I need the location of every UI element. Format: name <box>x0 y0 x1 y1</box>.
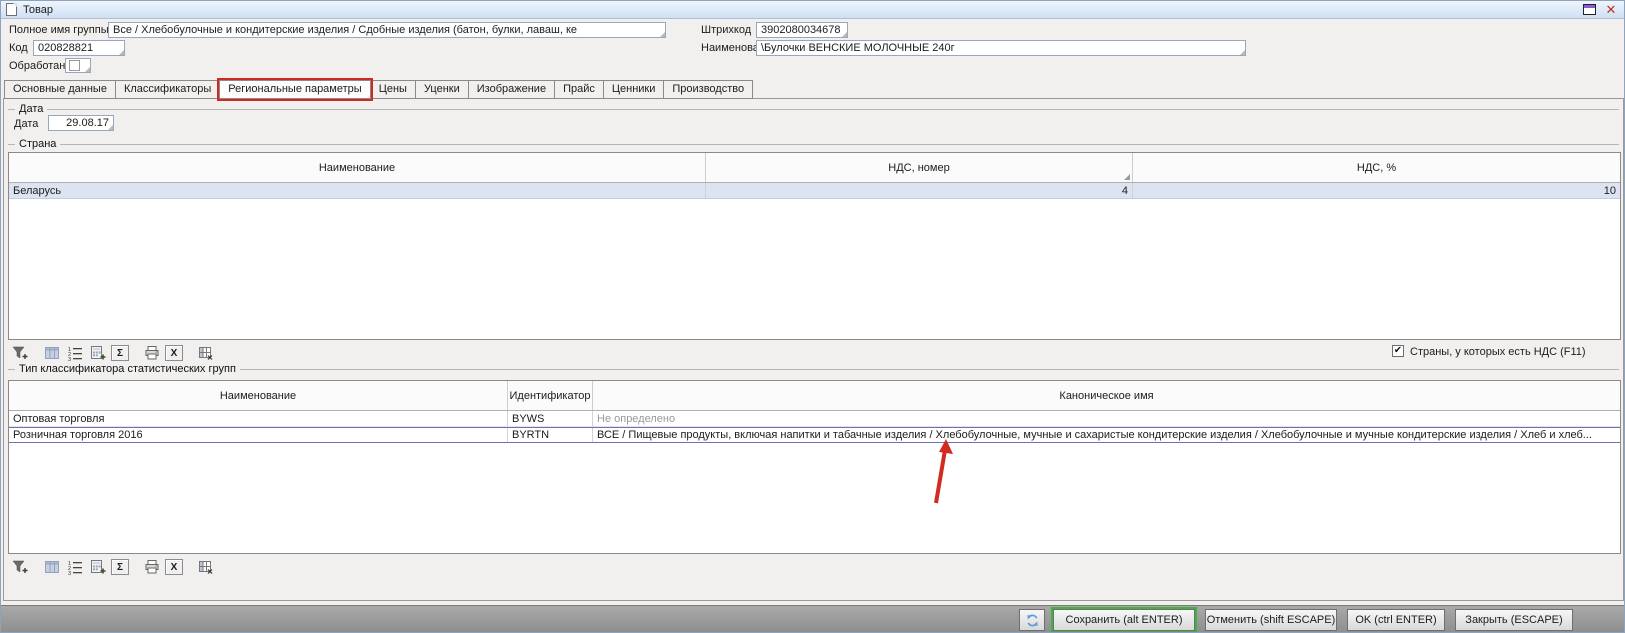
tab-izobrazhenie[interactable]: Изображение <box>468 80 555 99</box>
filter-icon[interactable] <box>10 559 29 576</box>
grid-settings-icon[interactable] <box>196 345 215 362</box>
country-col-name[interactable]: Наименование <box>9 153 706 182</box>
classifier-cell-name: Розничная торговля 2016 <box>9 428 508 442</box>
vat-filter-checkbox[interactable] <box>1392 345 1404 357</box>
classifier-table: Наименование Идентификатор Каноническое … <box>8 380 1621 554</box>
classifier-row-wholesale[interactable]: Оптовая торговля BYWS Не определено <box>9 411 1620 427</box>
classifier-cell-id: BYWS <box>508 411 593 426</box>
classifier-row-retail-2016[interactable]: Розничная торговля 2016 BYRTN ВСЕ / Пище… <box>9 427 1620 443</box>
tab-utsenki[interactable]: Уценки <box>415 80 469 99</box>
date-groupbox-title: Дата <box>8 103 1619 115</box>
barcode-label: Штрихкод <box>701 24 751 36</box>
export-excel-icon[interactable]: X <box>165 559 183 575</box>
tab-proizvodstvo[interactable]: Производство <box>663 80 753 99</box>
country-table: Наименование НДС, номер НДС, % Беларусь … <box>8 152 1621 340</box>
tabstrip: Основные данные Классификаторы Региональ… <box>4 80 752 99</box>
classifier-col-id[interactable]: Идентификатор <box>508 381 593 410</box>
refresh-button[interactable] <box>1019 609 1045 631</box>
save-button[interactable]: Сохранить (alt ENTER) <box>1053 609 1195 631</box>
classifier-col-canonical[interactable]: Каноническое имя <box>593 381 1620 410</box>
restore-icon <box>1583 4 1596 15</box>
country-table-header: Наименование НДС, номер НДС, % <box>9 153 1620 183</box>
restore-window-button[interactable] <box>1581 3 1597 17</box>
close-button[interactable]: Закрыть (ESCAPE) <box>1455 609 1573 631</box>
classifier-table-header: Наименование Идентификатор Каноническое … <box>9 381 1620 411</box>
sum-icon[interactable]: Σ <box>111 345 129 361</box>
tab-osnovnye-dannye[interactable]: Основные данные <box>4 80 116 99</box>
columns-icon[interactable] <box>42 559 61 576</box>
tab-content-panel: Дата Дата 29.08.17 Страна Наименование Н… <box>3 98 1624 601</box>
tab-prays[interactable]: Прайс <box>554 80 604 99</box>
cancel-button[interactable]: Отменить (shift ESCAPE) <box>1205 609 1337 631</box>
country-cell-vat-number: 4 <box>706 183 1133 198</box>
processed-label: Обработан <box>9 60 65 72</box>
country-col-vat-number[interactable]: НДС, номер <box>706 153 1133 182</box>
window-title: Товар <box>23 4 53 16</box>
print-icon[interactable] <box>142 559 161 576</box>
country-cell-vat-percent: 10 <box>1133 183 1620 198</box>
name-field[interactable]: \Булочки ВЕНСКИЕ МОЛОЧНЫЕ 240г <box>756 40 1246 56</box>
product-window: Товар ✕ Полное имя группы Все / Хлебобул… <box>0 0 1625 633</box>
titlebar: Товар ✕ <box>1 1 1624 19</box>
document-icon <box>6 3 17 16</box>
classifier-cell-name: Оптовая торговля <box>9 411 508 426</box>
tab-regionalnye-parametry[interactable]: Региональные параметры <box>219 80 370 99</box>
numbered-list-icon[interactable]: 123 <box>65 345 84 362</box>
classifier-groupbox-title: Тип классификатора статистических групп <box>8 363 1619 375</box>
close-icon: ✕ <box>1606 3 1617 16</box>
country-col-vat-percent[interactable]: НДС, % <box>1133 153 1620 182</box>
svg-text:3: 3 <box>68 571 71 575</box>
full-group-label: Полное имя группы <box>9 24 109 36</box>
tab-tsenniki[interactable]: Ценники <box>603 80 665 99</box>
classifier-col-name[interactable]: Наименование <box>9 381 508 410</box>
country-cell-name: Беларусь <box>9 183 706 198</box>
processed-checkbox[interactable] <box>65 58 91 73</box>
code-label: Код <box>9 42 28 54</box>
calculator-add-icon[interactable] <box>88 345 107 362</box>
refresh-icon <box>1025 613 1040 628</box>
classifier-cell-canonical: ВСЕ / Пищевые продукты, включая напитки … <box>593 428 1620 442</box>
tab-tseny[interactable]: Цены <box>370 80 416 99</box>
ok-button[interactable]: OK (ctrl ENTER) <box>1347 609 1445 631</box>
country-groupbox-title: Страна <box>8 138 1619 150</box>
tab-klassifikatory[interactable]: Классификаторы <box>115 80 220 99</box>
close-window-button[interactable]: ✕ <box>1603 3 1619 17</box>
svg-text:3: 3 <box>68 357 71 361</box>
date-field[interactable]: 29.08.17 <box>48 115 114 131</box>
classifier-grid-toolbar: 123 Σ X <box>10 558 215 576</box>
columns-icon[interactable] <box>42 345 61 362</box>
vat-filter-label: Страны, у которых есть НДС (F11) <box>1410 346 1586 358</box>
date-field-label: Дата <box>14 118 38 130</box>
classifier-cell-id: BYRTN <box>508 428 593 442</box>
code-field[interactable]: 020828821 <box>33 40 125 56</box>
grid-settings-icon[interactable] <box>196 559 215 576</box>
export-excel-icon[interactable]: X <box>165 345 183 361</box>
country-grid-toolbar: 123 Σ X <box>10 344 215 362</box>
calculator-add-icon[interactable] <box>88 559 107 576</box>
barcode-field[interactable]: 3902080034678 <box>756 22 848 38</box>
full-group-field[interactable]: Все / Хлебобулочные и кондитерские издел… <box>108 22 666 38</box>
print-icon[interactable] <box>142 345 161 362</box>
classifier-cell-canonical: Не определено <box>593 411 1620 426</box>
country-row-belarus[interactable]: Беларусь 4 10 <box>9 183 1620 199</box>
filter-icon[interactable] <box>10 345 29 362</box>
numbered-list-icon[interactable]: 123 <box>65 559 84 576</box>
sum-icon[interactable]: Σ <box>111 559 129 575</box>
